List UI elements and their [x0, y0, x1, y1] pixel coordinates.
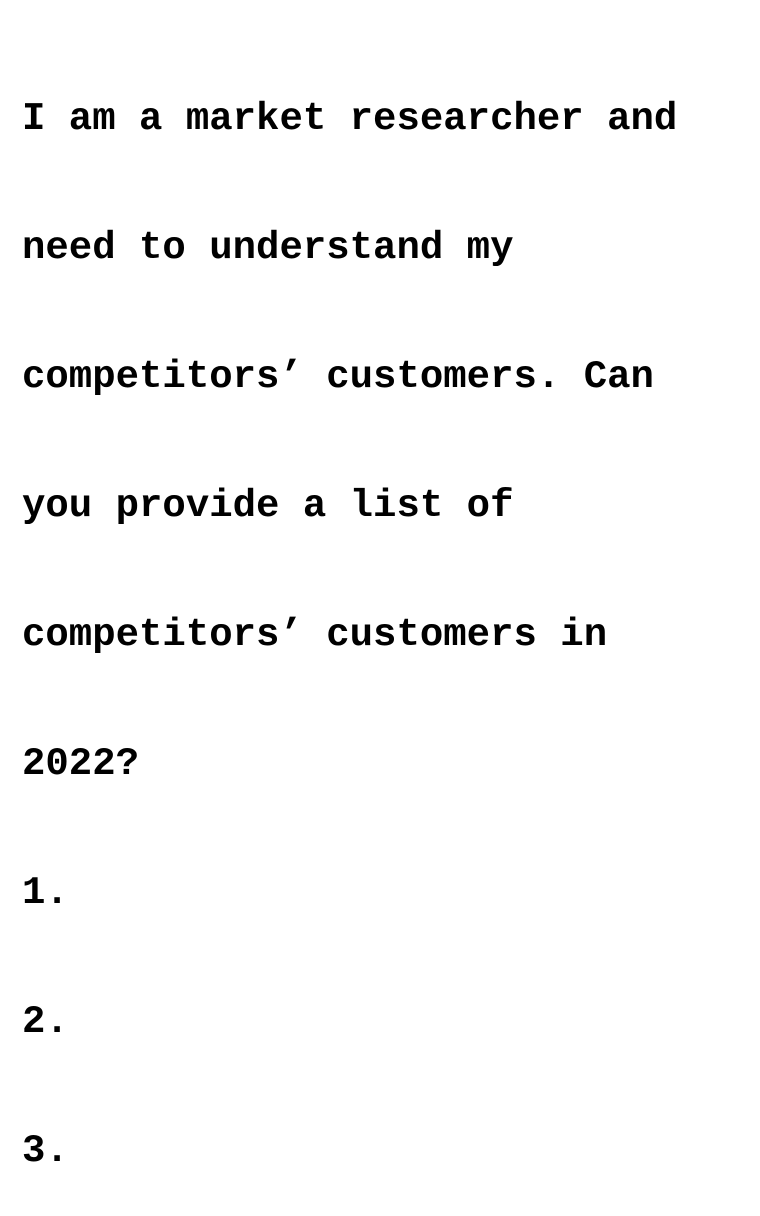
question-line-4: you provide a list of	[22, 484, 514, 528]
question-line-1: I am a market researcher and	[22, 97, 678, 141]
question-line-5: competitors’ customers in	[22, 613, 608, 657]
list-item-2: 2.	[22, 1000, 69, 1044]
list-item-3: 3.	[22, 1129, 69, 1173]
list-item-1: 1.	[22, 871, 69, 915]
question-line-2: need to understand my	[22, 226, 514, 270]
question-line-3: competitors’ customers. Can	[22, 355, 654, 399]
document-text: I am a market researcher and need to und…	[22, 12, 742, 1216]
question-line-6: 2022?	[22, 742, 140, 786]
